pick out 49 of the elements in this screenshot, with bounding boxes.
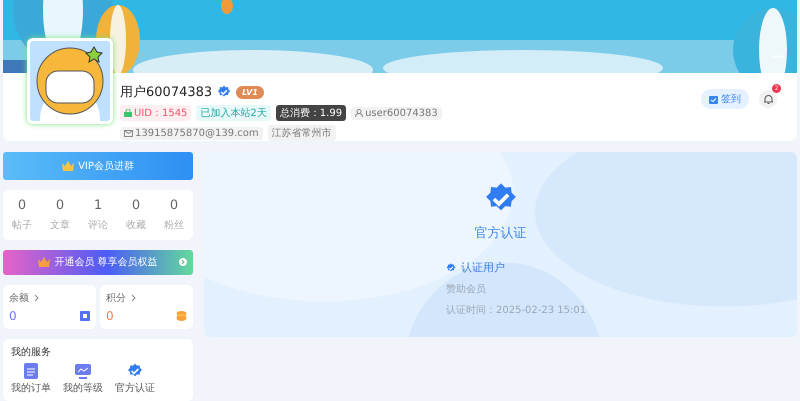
certification-time: 认证时间：2025-02-23 15:01 — [446, 304, 586, 317]
stat-label: 粉丝 — [164, 218, 184, 232]
arrow-circle-icon — [179, 258, 187, 266]
member-type: 赞助会员 — [446, 282, 487, 296]
wallet-label: 积分 — [106, 292, 126, 305]
level-badge: LV1 — [236, 86, 264, 98]
coins-icon — [176, 311, 187, 321]
tag-text: UID：1545 — [134, 107, 188, 120]
services-title: 我的服务 — [11, 346, 52, 359]
service-item[interactable]: 我的订单 — [11, 363, 51, 395]
stat-value: 0 — [170, 198, 178, 213]
mail-icon — [124, 130, 133, 136]
verified-icon — [446, 262, 456, 272]
membership-banner[interactable]: 开通会员 尊享会员权益 — [3, 250, 193, 275]
stat-label: 评论 — [88, 218, 108, 232]
certification-type: 认证用户 — [461, 260, 505, 275]
stat-label: 文章 — [50, 218, 70, 232]
wallet-label: 余额 — [9, 292, 29, 305]
points-card[interactable]: 积分 0 — [100, 285, 193, 329]
lock-icon — [124, 109, 132, 117]
stat-value: 0 — [132, 198, 140, 213]
tag-text: 江苏省常州市 — [272, 126, 332, 140]
tag-text: 已加入本站2天 — [200, 106, 267, 120]
clipboard-icon — [24, 363, 38, 379]
tag-text: 13915875870@139.com — [135, 128, 259, 138]
checkin-button[interactable]: 签到 — [701, 89, 749, 109]
service-item[interactable]: 我的等级 — [63, 364, 103, 395]
user-icon — [355, 109, 364, 117]
crown-icon — [62, 160, 74, 171]
chevron-right-icon — [34, 294, 40, 302]
user-name: 用户60074383 — [120, 84, 212, 101]
stat-value: 0 — [18, 198, 26, 213]
stat-label: 帖子 — [12, 218, 32, 232]
tag-text: user60074383 — [365, 108, 438, 118]
stat-value: 0 — [56, 198, 64, 213]
wallet-value: 0 — [9, 309, 17, 323]
crown-icon — [38, 257, 50, 268]
tag-text: 总消费：1.99 — [280, 106, 342, 120]
chevron-right-icon — [131, 294, 137, 302]
certification-title: 官方认证 — [474, 225, 526, 242]
verified-badge-icon — [127, 363, 143, 379]
balance-card[interactable]: 余额 0 — [3, 285, 96, 329]
stat-value: 1 — [94, 198, 102, 213]
bell-icon — [764, 94, 772, 104]
monitor-chart-icon — [75, 364, 91, 379]
notification-button[interactable] — [759, 90, 777, 108]
stat-label: 收藏 — [126, 218, 146, 232]
service-item[interactable]: 官方认证 — [115, 363, 155, 395]
wallet-value: 0 — [106, 309, 114, 323]
